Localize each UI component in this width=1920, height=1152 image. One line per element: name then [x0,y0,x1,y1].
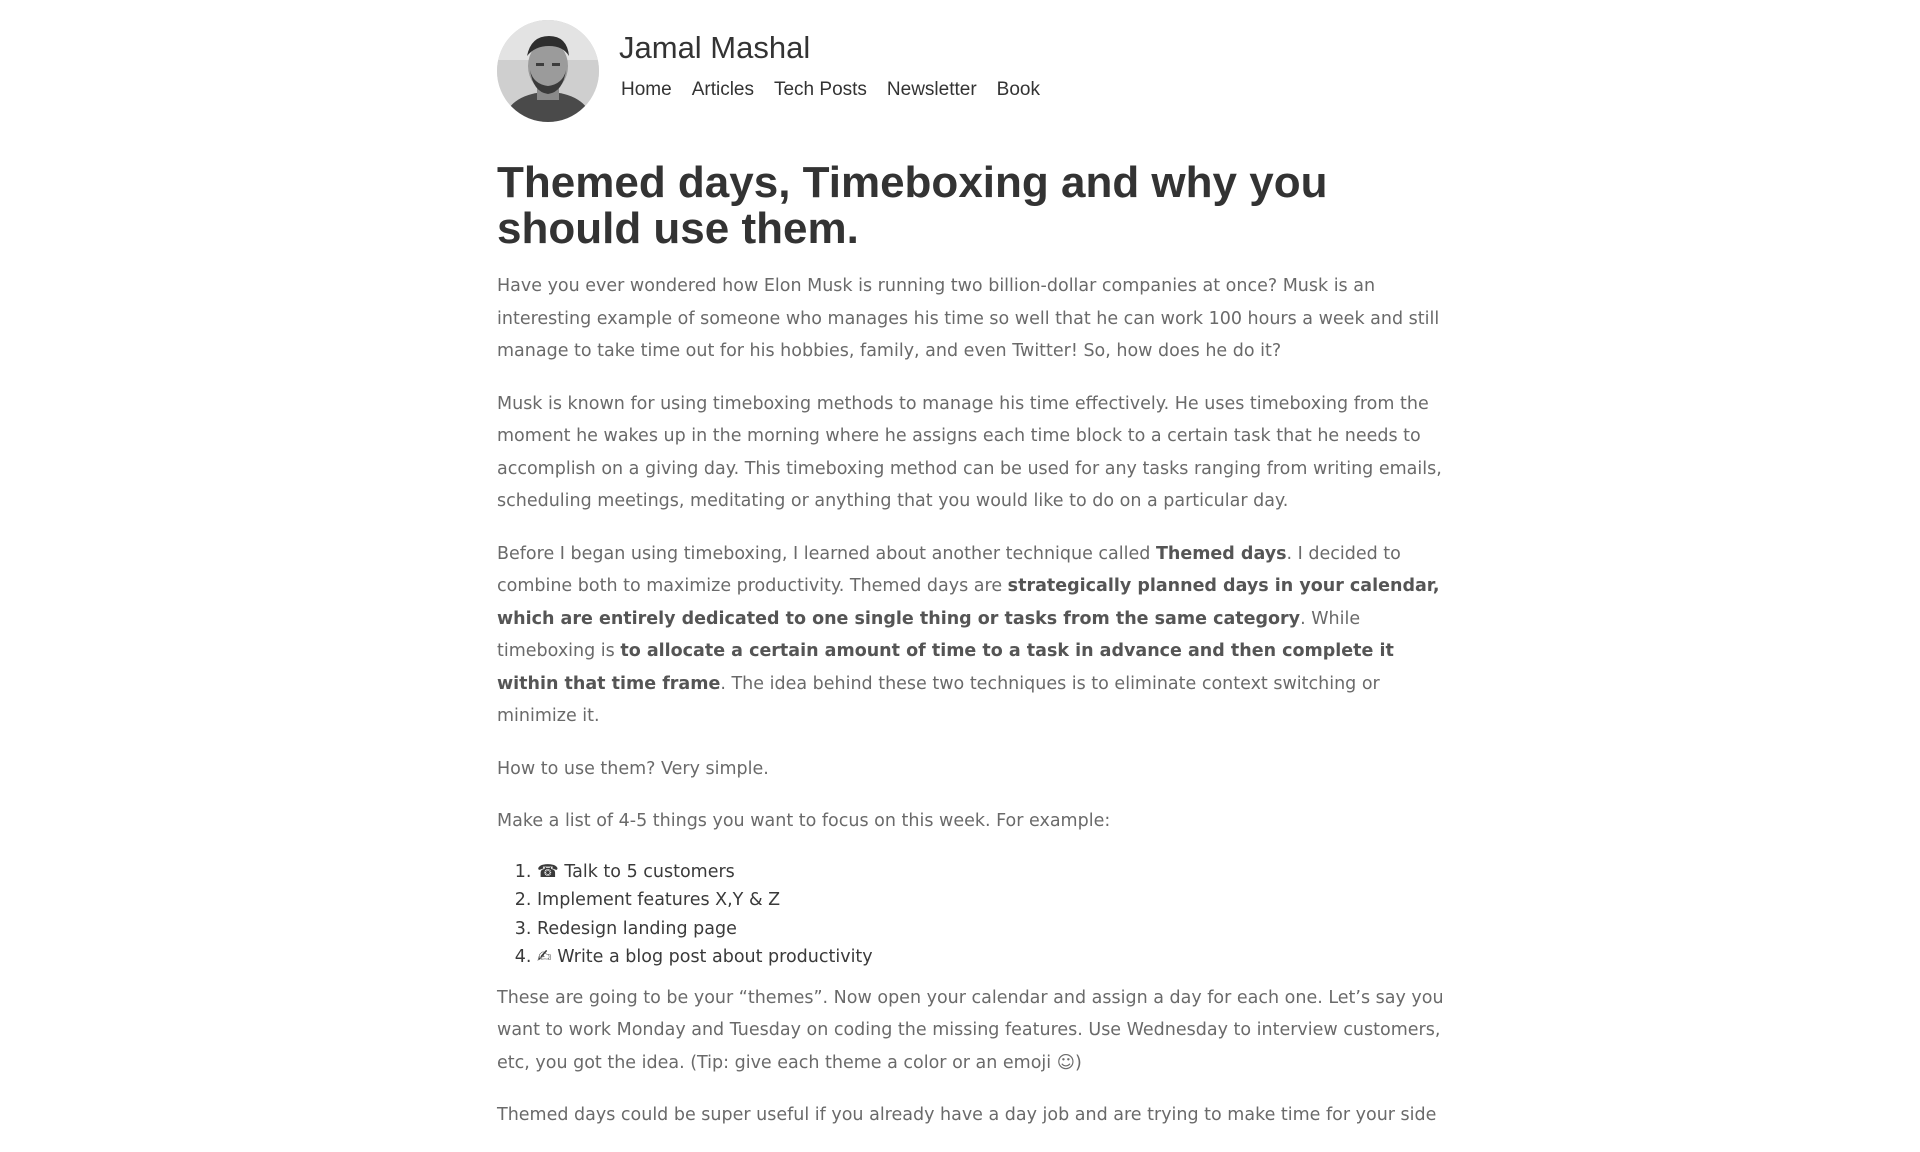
post-body: Have you ever wondered how Elon Musk is … [497,270,1452,1152]
paragraph-how-to: How to use them? Very simple. [497,758,769,779]
main-nav: Home Articles Tech Posts Newsletter Book [621,79,1040,101]
paragraph-themes: These are going to be your “themes”. Now… [497,987,1444,1073]
author-photo [497,20,599,122]
paragraph-musk-timeboxing: Musk is known for using timeboxing metho… [497,393,1442,512]
author-avatar[interactable] [497,20,599,122]
list-item: Redesign landing page [537,915,1452,944]
nav-tech-posts[interactable]: Tech Posts [774,79,867,101]
page-container: Jamal Mashal Home Articles Tech Posts Ne… [497,0,1447,1125]
nav-home[interactable]: Home [621,79,672,101]
paragraph-side-project: Themed days could be super useful if you… [497,1105,1437,1125]
nav-newsletter[interactable]: Newsletter [887,79,977,101]
bold-themed-days: Themed days [1155,543,1287,564]
paragraph-intro: Have you ever wondered how Elon Musk is … [497,276,1440,361]
nav-articles[interactable]: Articles [692,79,754,101]
site-title-link[interactable]: Jamal Mashal [619,30,810,66]
list-item: ☎ Talk to 5 customers [537,858,1452,887]
paragraph-themed-days: Before I began using timeboxing, I learn… [497,538,1452,733]
nav-book[interactable]: Book [997,79,1040,101]
text-span: Before I began using timeboxing, I learn… [497,543,1156,564]
post-title: Themed days, Timeboxing and why you shou… [497,158,1328,253]
list-item: Implement features X,Y & Z [537,886,1452,915]
example-list: ☎ Talk to 5 customers Implement features… [497,858,1452,972]
list-item: ✍ Write a blog post about productivity [537,943,1452,972]
paragraph-make-list: Make a list of 4-5 things you want to fo… [497,811,1111,831]
site-header: Jamal Mashal Home Articles Tech Posts Ne… [497,0,1447,140]
